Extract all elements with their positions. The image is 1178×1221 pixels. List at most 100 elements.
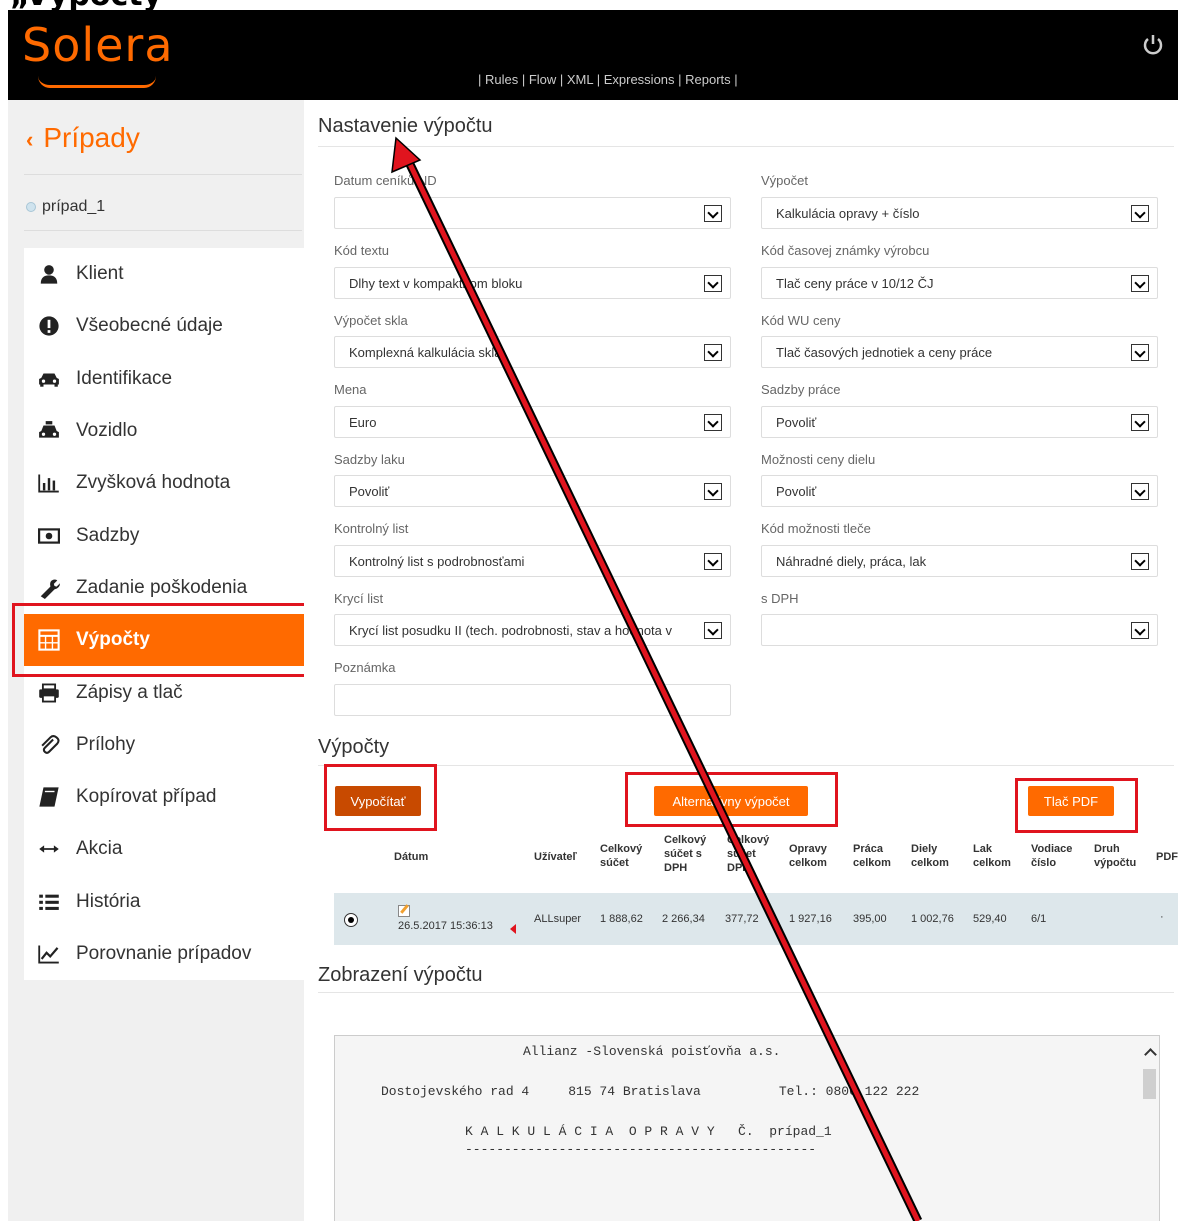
- field-label: Kontrolný list: [334, 521, 409, 536]
- divider: [24, 230, 302, 231]
- select-mena[interactable]: Euro: [334, 406, 731, 438]
- column-header-repairs[interactable]: Opravy celkom: [789, 842, 837, 870]
- scroll-thumb[interactable]: [1143, 1069, 1156, 1099]
- section-title-calculations: Výpočty: [318, 736, 390, 758]
- column-header-parts[interactable]: Diely celkom: [911, 842, 959, 870]
- field-label: Výpočet: [761, 173, 808, 188]
- back-to-cases-link[interactable]: ‹ Prípady: [26, 122, 140, 154]
- case-dot-icon: [26, 202, 36, 212]
- select-kod-casovej-znamky[interactable]: Tlač ceny práce v 10/12 ČJ: [761, 267, 1158, 299]
- column-header-type[interactable]: Druh výpočtu: [1094, 842, 1146, 870]
- info-icon: [39, 316, 59, 337]
- chevron-down-icon: [704, 622, 722, 639]
- cell-paint: 529,40: [973, 913, 1007, 925]
- divider: [318, 992, 1174, 993]
- select-sadzby-prace[interactable]: Povoliť: [761, 406, 1158, 438]
- sidebar-item-label: Prílohy: [76, 733, 136, 755]
- sidebar-item-zvyskova-hodnota[interactable]: Zvyšková hodnota: [24, 457, 304, 509]
- select-value: Tlač ceny práce v 10/12 ČJ: [776, 276, 934, 291]
- note-input[interactable]: [334, 684, 731, 716]
- sidebar-item-historia[interactable]: História: [24, 876, 304, 928]
- divider: [24, 174, 302, 175]
- preview-scrollbar[interactable]: [1141, 1036, 1159, 1221]
- select-vypocet-skla[interactable]: Komplexná kalkulácia skla: [334, 336, 731, 368]
- cell-pdf[interactable]: ·: [1160, 911, 1164, 923]
- chevron-down-icon: [1131, 205, 1149, 222]
- calculation-preview[interactable]: Allianz -Slovenská poisťovňa a.s. Dostoj…: [334, 1035, 1160, 1221]
- sidebar-item-porovnanie-pripadov[interactable]: Porovnanie prípadov: [24, 928, 304, 980]
- sidebar-item-label: Akcia: [76, 838, 123, 860]
- table-row[interactable]: 26.5.2017 15:36:13 ALLsuper 1 888,62 2 2…: [334, 893, 1178, 945]
- car-icon: [39, 373, 59, 387]
- sidebar-item-prilohy[interactable]: Prílohy: [24, 719, 304, 771]
- column-header-total[interactable]: Celkový súčet: [600, 842, 650, 870]
- select-kod-wu-ceny[interactable]: Tlač časových jednotiek a ceny práce: [761, 336, 1158, 368]
- column-header-vat[interactable]: Celkový súčet DPH: [727, 833, 775, 875]
- select-kryci-list[interactable]: Krycí list posudku II (tech. podrobnosti…: [334, 614, 731, 646]
- column-header-paint[interactable]: Lak celkom: [973, 842, 1021, 870]
- cell-repairs: 1 927,16: [789, 913, 832, 925]
- select-datum-cenikov[interactable]: [334, 197, 731, 229]
- row-select-radio[interactable]: [344, 913, 358, 927]
- select-moznosti-ceny-dielu[interactable]: Povoliť: [761, 475, 1158, 507]
- divider: [318, 146, 1174, 147]
- top-heading-text: „Výpočty: [10, 0, 162, 10]
- sidebar-item-vseobecne-udaje[interactable]: Všeobecné údaje: [24, 300, 304, 352]
- taxi-icon: [39, 421, 59, 438]
- select-value: Euro: [349, 415, 377, 430]
- chevron-left-icon: ‹: [26, 127, 34, 152]
- select-sadzby-laku[interactable]: Povoliť: [334, 475, 731, 507]
- chevron-down-icon: [1131, 483, 1149, 500]
- select-value: Dlhy text v kompaktnom bloku: [349, 276, 523, 291]
- field-label: Poznámka: [334, 660, 396, 675]
- scroll-up-icon[interactable]: [1144, 1048, 1157, 1061]
- select-kontrolny-list[interactable]: Kontrolný list s podrobnosťami: [334, 545, 731, 577]
- column-header-user[interactable]: Užívateľ: [534, 850, 577, 864]
- list-icon: [39, 894, 59, 910]
- sidebar-item-label: Kopírovat případ: [76, 786, 217, 808]
- column-header-date[interactable]: Dátum: [394, 850, 428, 864]
- top-navigation[interactable]: | Rules | Flow | XML | Expressions | Rep…: [478, 72, 738, 87]
- logo-swoosh: [38, 76, 156, 88]
- field-label: s DPH: [761, 591, 799, 606]
- chevron-down-icon: [704, 553, 722, 570]
- sidebar-item-klient[interactable]: Klient: [24, 248, 304, 300]
- sidebar-item-akcia[interactable]: Akcia: [24, 823, 304, 875]
- cell-date: 26.5.2017 15:36:13: [398, 920, 493, 932]
- select-kod-moznosti-tlace[interactable]: Náhradné diely, práca, lak: [761, 545, 1158, 577]
- app-header: Solera | Rules | Flow | XML | Expression…: [8, 10, 1178, 100]
- case-indicator: prípad_1: [26, 198, 105, 216]
- column-header-labour[interactable]: Práca celkom: [853, 842, 901, 870]
- sidebar-item-kopirovat-pripad[interactable]: Kopírovat případ: [24, 771, 304, 823]
- sidebar-item-vozidlo[interactable]: Vozidlo: [24, 405, 304, 457]
- case-name: prípad_1: [42, 198, 106, 215]
- column-header-pdf[interactable]: PDF: [1156, 850, 1178, 864]
- select-kod-textu[interactable]: Dlhy text v kompaktnom bloku: [334, 267, 731, 299]
- sidebar-item-label: Klient: [76, 263, 124, 285]
- select-value: Kontrolný list s podrobnosťami: [349, 554, 525, 569]
- divider: [318, 765, 1174, 766]
- select-value: Kalkulácia opravy + číslo: [776, 206, 920, 221]
- select-s-dph[interactable]: [761, 614, 1158, 646]
- sidebar-item-label: Identifikace: [76, 367, 173, 389]
- sidebar-item-label: Zvyšková hodnota: [76, 472, 231, 494]
- chevron-down-icon: [1131, 275, 1149, 292]
- select-vypocet[interactable]: Kalkulácia opravy + číslo: [761, 197, 1158, 229]
- cell-labour: 395,00: [853, 913, 887, 925]
- column-header-total-vat[interactable]: Celkový súčet s DPH: [664, 833, 712, 875]
- main-content: Nastavenie výpočtu Datum ceníků ND Kód t…: [304, 100, 1178, 1221]
- chevron-down-icon: [704, 414, 722, 431]
- power-icon[interactable]: [1142, 34, 1164, 56]
- cell-total-vat: 2 266,34: [662, 913, 705, 925]
- cell-total: 1 888,62: [600, 913, 643, 925]
- select-value: Povoliť: [776, 484, 817, 499]
- column-header-guide-no[interactable]: Vodiace číslo: [1031, 842, 1083, 870]
- sidebar-item-identifikace[interactable]: Identifikace: [24, 353, 304, 405]
- select-value: Povoliť: [776, 415, 817, 430]
- chevron-down-icon: [704, 483, 722, 500]
- book-icon: [39, 787, 59, 807]
- highlight-box-alternative: [625, 772, 838, 827]
- sidebar-item-label: Zápisy a tlač: [76, 681, 183, 703]
- sidebar-item-sadzby[interactable]: Sadzby: [24, 509, 304, 561]
- edit-note-icon[interactable]: [398, 905, 410, 917]
